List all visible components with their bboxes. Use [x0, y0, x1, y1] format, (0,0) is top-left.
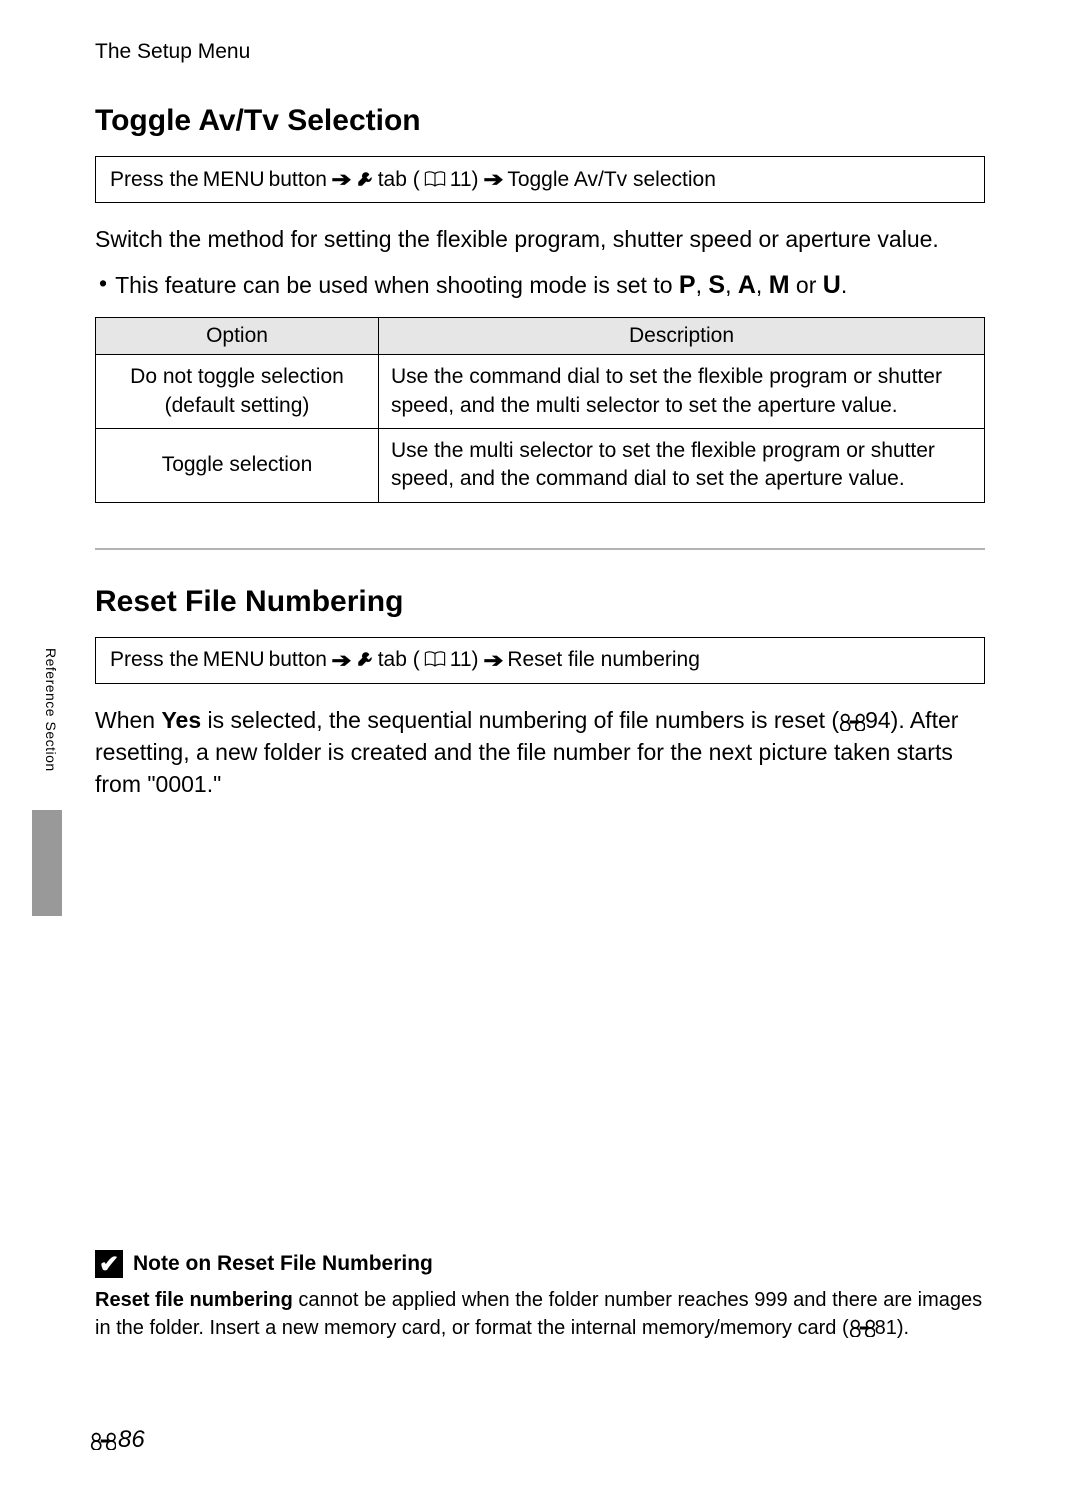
mode-u: U — [823, 271, 841, 299]
option-cell: Do not toggle selection (default setting… — [96, 355, 379, 429]
bullet-dot-icon: • — [99, 267, 107, 303]
menu-label: MENU — [203, 168, 265, 192]
description-cell: Use the command dial to set the flexible… — [379, 355, 985, 429]
note-section: ✔ Note on Reset File Numbering Reset fil… — [95, 1250, 985, 1342]
nav-path-avtv: Press the MENU button ➔ tab ( 11) ➔ Togg… — [95, 156, 985, 203]
arrow-right-icon: ➔ — [483, 167, 503, 192]
nav-text: Toggle Av/Tv selection — [507, 168, 716, 192]
section-divider — [95, 548, 985, 550]
nav-text: Press the — [110, 648, 199, 672]
note-text: 81). — [875, 1317, 909, 1339]
section-body: Switch the method for setting the flexib… — [95, 223, 985, 255]
section-title-reset: Reset File Numbering — [95, 585, 985, 619]
reference-icon — [849, 1317, 875, 1339]
table-header-description: Description — [379, 318, 985, 355]
nav-text: tab ( — [378, 168, 420, 192]
arrow-right-icon: ➔ — [331, 167, 351, 192]
bullet-text: This feature can be used when shooting m… — [115, 272, 679, 298]
page-header: The Setup Menu — [95, 40, 985, 64]
side-tab-label: Reference Section — [43, 648, 59, 772]
wrench-icon — [356, 168, 374, 192]
page-number-value: 86 — [118, 1426, 145, 1454]
body-text: When — [95, 707, 161, 733]
table-row: Do not toggle selection (default setting… — [96, 355, 985, 429]
table-row: Toggle selection Use the multi selector … — [96, 429, 985, 503]
sep: , — [696, 272, 709, 298]
reference-icon — [839, 707, 865, 733]
reference-icon — [90, 1426, 116, 1454]
page-number: 86 — [90, 1426, 145, 1454]
wrench-icon — [356, 648, 374, 672]
note-heading: ✔ Note on Reset File Numbering — [95, 1250, 985, 1278]
nav-text: button — [269, 168, 327, 192]
nav-text: Reset file numbering — [507, 648, 700, 672]
section-title-avtv: Toggle Av/Tv Selection — [95, 104, 985, 138]
nav-text: tab ( — [378, 648, 420, 672]
table-header-option: Option — [96, 318, 379, 355]
nav-text: 11) — [450, 648, 479, 672]
sep: , — [725, 272, 738, 298]
bullet-item: • This feature can be used when shooting… — [95, 267, 985, 303]
section-body: When Yes is selected, the sequential num… — [95, 704, 985, 801]
mode-p: P — [679, 271, 696, 299]
sep: , — [756, 272, 769, 298]
nav-text: 11) — [450, 168, 479, 192]
note-body: Reset file numbering cannot be applied w… — [95, 1286, 985, 1342]
note-title: Note on Reset File Numbering — [133, 1252, 433, 1276]
body-text: is selected, the sequential numbering of… — [208, 707, 840, 733]
mode-a: A — [738, 271, 756, 299]
arrow-right-icon: ➔ — [483, 648, 503, 673]
option-cell: Toggle selection — [96, 429, 379, 503]
menu-label: MENU — [203, 648, 265, 672]
nav-path-reset: Press the MENU button ➔ tab ( 11) ➔ Rese… — [95, 637, 985, 684]
option-default: (default setting) — [165, 394, 310, 417]
sep: or — [790, 272, 823, 298]
side-tab-block — [32, 810, 62, 916]
body-bold: Yes — [161, 707, 201, 733]
book-icon — [424, 168, 446, 192]
mode-m: M — [769, 271, 790, 299]
nav-text: Press the — [110, 168, 199, 192]
options-table: Option Description Do not toggle selecti… — [95, 317, 985, 502]
option-name: Do not toggle selection — [130, 365, 344, 388]
mode-s: S — [708, 271, 725, 299]
book-icon — [424, 648, 446, 672]
check-icon: ✔ — [95, 1250, 123, 1278]
description-cell: Use the multi selector to set the flexib… — [379, 429, 985, 503]
nav-text: button — [269, 648, 327, 672]
note-bold: Reset file numbering — [95, 1289, 293, 1311]
arrow-right-icon: ➔ — [331, 648, 351, 673]
sep: . — [841, 272, 847, 298]
